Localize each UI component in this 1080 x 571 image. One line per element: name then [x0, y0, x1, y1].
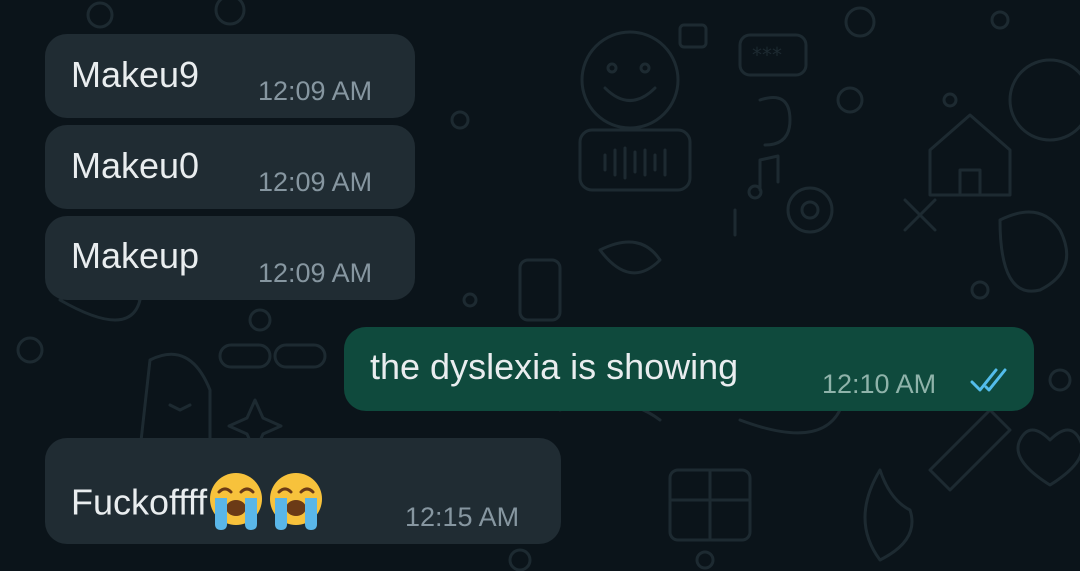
svg-text:***: *** [752, 43, 782, 67]
message-bubble-incoming[interactable]: Makeu9 12:09 AM [45, 34, 415, 118]
message-text: Makeu9 [71, 54, 200, 95]
double-check-read-icon [970, 368, 1007, 392]
message-bubble-incoming[interactable]: Makeup 12:09 AM [45, 216, 415, 300]
loudly-crying-face-icon [205, 470, 267, 540]
message-timestamp: 12:09 AM [258, 167, 373, 197]
message-timestamp: 12:09 AM [258, 258, 373, 288]
message-bubble-incoming[interactable]: Makeu0 12:09 AM [45, 125, 415, 209]
message-bubble-incoming[interactable]: Fuckoffff 12:15 AM [45, 438, 561, 544]
message-text-content: Fuckoffff [71, 481, 208, 523]
message-text: the dyslexia is showing [370, 346, 739, 387]
message-text: Makeup [71, 235, 200, 276]
message-text: Fuckoffff [71, 470, 327, 540]
loudly-crying-face-icon [265, 470, 327, 540]
message-timestamp: 12:15 AM [405, 502, 520, 532]
message-bubble-outgoing[interactable]: the dyslexia is showing 12:10 AM [344, 327, 1034, 411]
message-timestamp: 12:09 AM [258, 76, 373, 106]
message-timestamp: 12:10 AM [822, 369, 937, 399]
message-text: Makeu0 [71, 145, 200, 186]
